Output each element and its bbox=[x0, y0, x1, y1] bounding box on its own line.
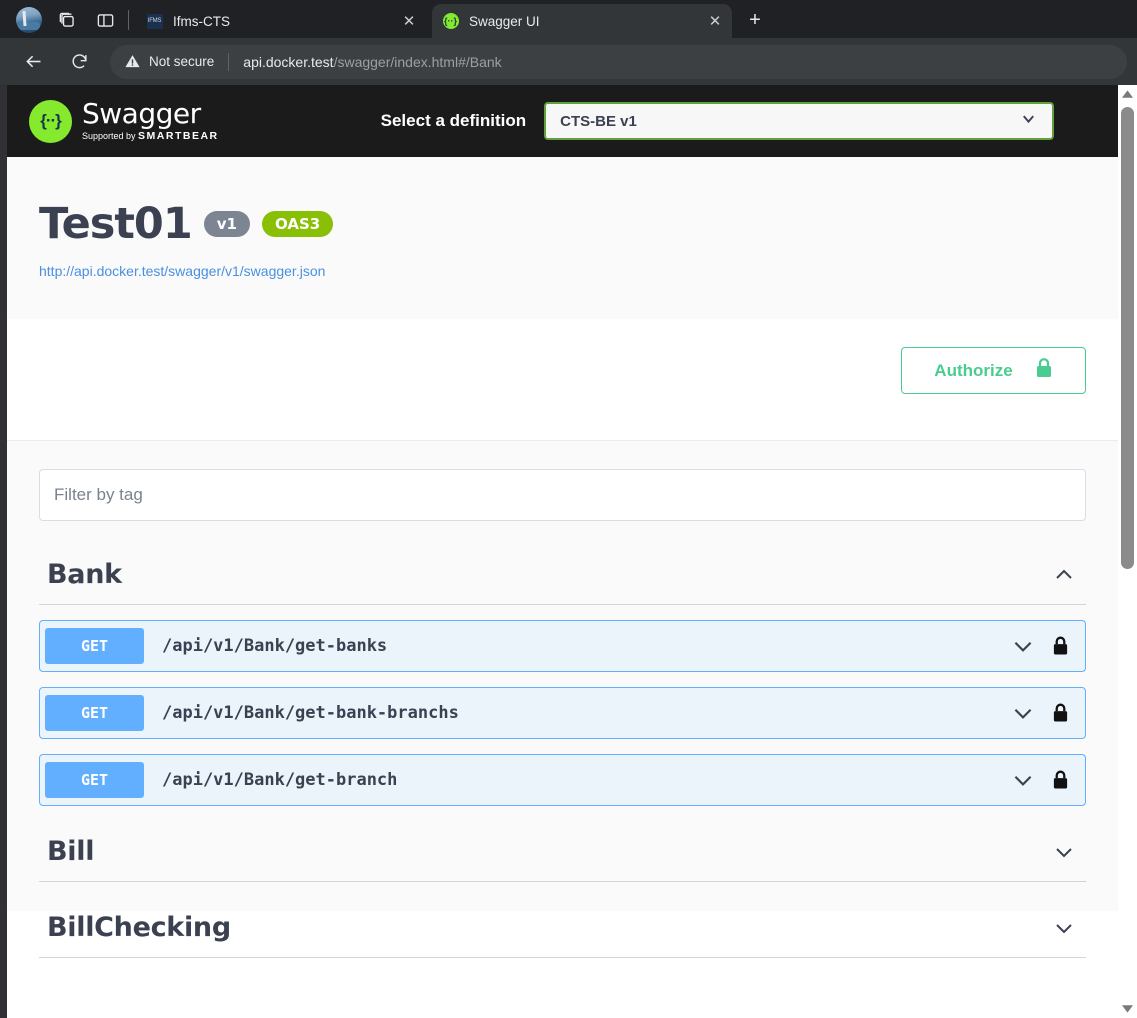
chevron-down-icon bbox=[1019, 109, 1038, 133]
operation-row[interactable]: GET /api/v1/Bank/get-branch bbox=[39, 754, 1086, 806]
swagger-wordmark: Swagger bbox=[82, 97, 201, 131]
operation-row[interactable]: GET /api/v1/Bank/get-banks bbox=[39, 620, 1086, 672]
tab-title: Swagger UI bbox=[469, 13, 540, 29]
close-icon[interactable]: ✕ bbox=[398, 10, 420, 32]
version-badge: v1 bbox=[203, 211, 250, 237]
operation-path: /api/v1/Bank/get-banks bbox=[162, 636, 388, 656]
swagger-logo-icon: {··} bbox=[29, 99, 72, 143]
tag-name: Bill bbox=[47, 836, 95, 867]
chevron-down-icon[interactable] bbox=[1010, 767, 1036, 793]
lock-icon[interactable] bbox=[1052, 635, 1069, 657]
security-status-text: Not secure bbox=[149, 54, 215, 69]
tag-name: BillChecking bbox=[47, 912, 231, 943]
operation-path: /api/v1/Bank/get-bank-branchs bbox=[162, 703, 459, 723]
tag-section-bank: Bank GET /api/v1/Bank/get-banks GET /api… bbox=[39, 559, 1086, 806]
page-scrollbar[interactable] bbox=[1118, 85, 1137, 1018]
split-screen-icon[interactable] bbox=[91, 6, 119, 34]
not-secure-icon bbox=[124, 53, 141, 70]
swagger-ui-page: {··} Swagger Supported by SMARTBEAR Sele… bbox=[0, 85, 1118, 1018]
tag-header-bill[interactable]: Bill bbox=[39, 836, 1086, 882]
operation-path: /api/v1/Bank/get-branch bbox=[162, 770, 398, 790]
http-method-badge: GET bbox=[45, 762, 144, 798]
tab-title: Ifms-CTS bbox=[173, 13, 230, 29]
definition-select[interactable]: CTS-BE v1 bbox=[544, 102, 1055, 140]
lock-icon[interactable] bbox=[1052, 702, 1069, 724]
chevron-down-icon[interactable] bbox=[1052, 916, 1076, 940]
scheme-container: Authorize bbox=[7, 319, 1118, 441]
close-icon[interactable]: ✕ bbox=[704, 10, 726, 32]
select-definition-label: Select a definition bbox=[380, 111, 527, 130]
chevron-down-icon[interactable] bbox=[1010, 700, 1036, 726]
lock-icon bbox=[1035, 357, 1053, 384]
swagger-favicon: {··} bbox=[442, 13, 459, 30]
tab-strip: IFMS Ifms-CTS ✕ {··} Swagger UI ✕ + bbox=[0, 0, 1137, 38]
lock-icon[interactable] bbox=[1052, 769, 1069, 791]
filter-by-tag-input[interactable]: Filter by tag bbox=[39, 469, 1086, 521]
http-method-badge: GET bbox=[45, 628, 144, 664]
scroll-up-arrow-icon[interactable] bbox=[1118, 85, 1137, 104]
url-text: api.docker.test/swagger/index.html#/Bank bbox=[243, 54, 501, 70]
ifms-favicon: IFMS bbox=[146, 13, 163, 30]
url-domain: api.docker.test bbox=[243, 53, 334, 70]
browser-window: IFMS Ifms-CTS ✕ {··} Swagger UI ✕ + Not … bbox=[0, 0, 1137, 1018]
url-path: /swagger/index.html#/Bank bbox=[333, 53, 502, 70]
scrollbar-thumb[interactable] bbox=[1121, 107, 1134, 569]
tag-header-bank[interactable]: Bank bbox=[39, 559, 1086, 605]
new-tab-button[interactable]: + bbox=[740, 5, 770, 35]
tag-name: Bank bbox=[47, 559, 122, 590]
page-viewport: {··} Swagger Supported by SMARTBEAR Sele… bbox=[0, 85, 1137, 1018]
reload-button[interactable] bbox=[63, 46, 95, 78]
toolbar-divider bbox=[128, 10, 129, 30]
swagger-supported-by: Supported by SMARTBEAR bbox=[82, 130, 219, 143]
browser-tab-ifms-cts[interactable]: IFMS Ifms-CTS ✕ bbox=[136, 4, 426, 38]
api-info-block: Test01 v1 OAS3 http://api.docker.test/sw… bbox=[7, 157, 1118, 319]
page-title: Test01 bbox=[39, 199, 193, 249]
swagger-logo[interactable]: {··} Swagger Supported by SMARTBEAR bbox=[29, 97, 219, 143]
filter-placeholder: Filter by tag bbox=[54, 485, 143, 504]
definition-selected-value: CTS-BE v1 bbox=[560, 112, 637, 130]
chevron-up-icon[interactable] bbox=[1052, 563, 1076, 587]
profile-avatar[interactable] bbox=[16, 7, 42, 33]
http-method-badge: GET bbox=[45, 695, 144, 731]
browser-toolbar: Not secure api.docker.test/swagger/index… bbox=[0, 38, 1137, 85]
spec-url-link[interactable]: http://api.docker.test/swagger/v1/swagge… bbox=[39, 263, 1086, 279]
back-button[interactable] bbox=[17, 46, 49, 78]
tag-header-billchecking[interactable]: BillChecking bbox=[39, 912, 1086, 958]
address-bar[interactable]: Not secure api.docker.test/swagger/index… bbox=[110, 44, 1127, 79]
browser-tab-swagger-ui[interactable]: {··} Swagger UI ✕ bbox=[432, 4, 732, 38]
omnibox-divider bbox=[228, 52, 230, 71]
operations-area: Filter by tag Bank GET /api/v1/Bank/get-… bbox=[7, 441, 1118, 958]
authorize-button[interactable]: Authorize bbox=[901, 347, 1086, 394]
tab-groups-icon[interactable] bbox=[53, 6, 81, 34]
chevron-down-icon[interactable] bbox=[1010, 633, 1036, 659]
oas-badge: OAS3 bbox=[262, 211, 334, 237]
authorize-label: Authorize bbox=[934, 360, 1013, 380]
chevron-down-icon[interactable] bbox=[1052, 840, 1076, 864]
swagger-topbar: {··} Swagger Supported by SMARTBEAR Sele… bbox=[7, 85, 1118, 157]
scroll-down-arrow-icon[interactable] bbox=[1118, 999, 1137, 1018]
operation-row[interactable]: GET /api/v1/Bank/get-bank-branchs bbox=[39, 687, 1086, 739]
